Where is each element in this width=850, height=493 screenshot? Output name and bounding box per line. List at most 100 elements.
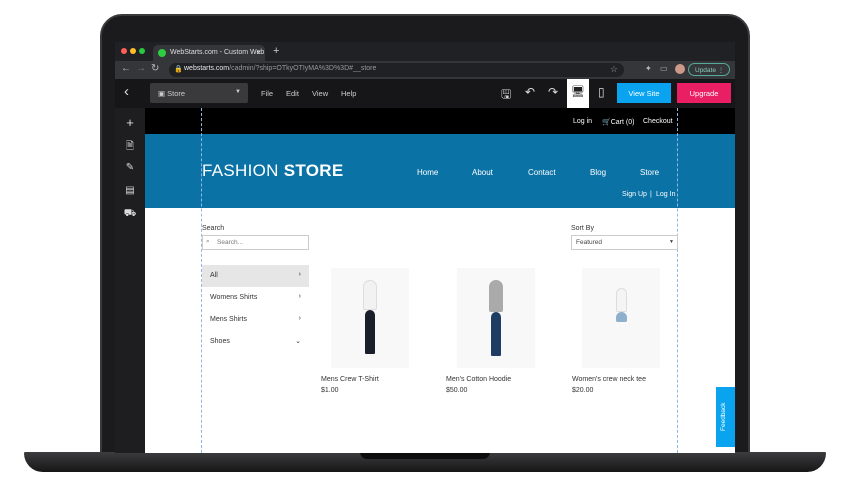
editor-sidebar: + 🗎 ✎ ▤ ⛟ [115, 108, 145, 453]
undo-icon[interactable]: ↶ [525, 85, 535, 99]
page-select[interactable]: ▣ Store ▼ [150, 83, 248, 103]
menu-help[interactable]: Help [341, 89, 356, 98]
tab-title: WebStarts.com - Custom Web [170, 49, 265, 56]
hoodie-figure [489, 280, 503, 312]
profile-avatar[interactable] [675, 64, 685, 74]
browser-tab[interactable]: WebStarts.com - Custom Web × [153, 45, 265, 61]
view-site-button[interactable]: View Site [617, 83, 671, 103]
chevron-right-icon: › [298, 315, 301, 322]
site-canvas: Log in 🛒Cart (0) Checkout FASHION STORE … [145, 108, 735, 453]
category-label: Shoes [210, 338, 230, 345]
favicon-icon [158, 49, 166, 57]
category-label: Womens Shirts [210, 294, 258, 301]
back-chevron-icon[interactable]: ‹ [124, 83, 129, 100]
store-top-nav: Log in 🛒Cart (0) Checkout [145, 108, 735, 134]
close-window-icon[interactable] [121, 48, 127, 54]
logo-bold: STORE [283, 161, 344, 180]
product-name[interactable]: Men's Cotton Hoodie [446, 376, 511, 383]
desktop-view-icon[interactable]: 🖥 [567, 79, 589, 108]
update-label: Update [695, 67, 716, 74]
search-placeholder: Search... [217, 239, 244, 246]
category-womens-shirts[interactable]: Womens Shirts › [202, 287, 309, 309]
mobile-view-icon[interactable]: ▯ [598, 85, 605, 99]
feedback-tab[interactable]: Feedback [716, 387, 735, 447]
screen: WebStarts.com - Custom Web × + ← → ↻ 🔒 w… [115, 42, 735, 453]
add-icon[interactable]: + [115, 115, 145, 130]
nav-contact[interactable]: Contact [528, 168, 556, 177]
menu-file[interactable]: File [261, 89, 273, 98]
browser-tab-bar: WebStarts.com - Custom Web × + [115, 42, 735, 61]
tee-figure [616, 288, 627, 312]
cart-icon: 🛒 [602, 119, 611, 126]
search-label: Search [202, 225, 225, 232]
cast-icon[interactable]: ▭ [660, 64, 668, 73]
checkout-link[interactable]: Checkout [643, 118, 673, 125]
address-bar-row: ← → ↻ 🔒 webstarts.com/cadmin/?ship=OTkyO… [115, 61, 735, 79]
product-image[interactable] [457, 268, 535, 368]
nav-about[interactable]: About [472, 168, 493, 177]
save-icon[interactable]: 🖫 [501, 85, 511, 106]
shirt-figure [363, 280, 377, 310]
shorts-figure [616, 312, 627, 322]
page-select-value: Store [167, 89, 186, 98]
product-name[interactable]: Women's crew neck tee [572, 376, 646, 383]
product-image[interactable] [582, 268, 660, 368]
site-header: FASHION STORE Home About Contact Blog St… [145, 134, 735, 208]
category-mens-shirts[interactable]: Mens Shirts › [202, 309, 309, 331]
pages-icon[interactable]: 🗎 [115, 139, 145, 156]
category-label: Mens Shirts [210, 316, 247, 323]
maximize-window-icon[interactable] [139, 48, 145, 54]
close-tab-icon[interactable]: × [256, 48, 261, 57]
reload-icon[interactable]: ↻ [151, 63, 159, 74]
editor-toolbar: ‹ ▣ Store ▼ File Edit View Help 🖫 ↶ ↷ 🖥 … [115, 79, 735, 108]
laptop-notch [360, 452, 490, 459]
upgrade-button[interactable]: Upgrade [677, 83, 731, 103]
login-link[interactable]: Log In [656, 191, 675, 198]
sort-select[interactable]: Featured ▼ [571, 235, 678, 250]
jeans-figure [491, 312, 501, 356]
menu-view[interactable]: View [312, 89, 328, 98]
product-image[interactable] [331, 268, 409, 368]
back-icon[interactable]: ← [121, 63, 131, 74]
brush-icon[interactable]: ✎ [115, 162, 145, 173]
layout-guide-right [677, 108, 678, 453]
url-domain: webstarts.com [184, 65, 230, 72]
chevron-down-icon: ⌄ [295, 338, 301, 345]
cart-link[interactable]: 🛒Cart (0) [602, 118, 634, 126]
extension-icon[interactable]: ✦ [645, 64, 652, 73]
update-button[interactable]: Update ⋮ [688, 63, 730, 76]
sort-value: Featured [576, 239, 603, 246]
search-input[interactable]: ⌕ Search... [202, 235, 309, 250]
product-price: $20.00 [572, 387, 594, 394]
product-name[interactable]: Mens Crew T-Shirt [321, 376, 379, 383]
forward-icon[interactable]: → [136, 63, 146, 74]
product-price: $1.00 [321, 387, 339, 394]
signup-link[interactable]: Sign Up [622, 191, 647, 198]
category-all[interactable]: All › [202, 265, 309, 287]
menu-edit[interactable]: Edit [286, 89, 299, 98]
bookmark-star-icon[interactable]: ☆ [610, 64, 618, 75]
store-basket-icon[interactable]: ⛟ [115, 208, 145, 221]
minimize-window-icon[interactable] [130, 48, 136, 54]
blog-icon[interactable]: ▤ [115, 185, 145, 196]
chevron-right-icon: › [298, 293, 301, 300]
chevron-down-icon: ▼ [669, 239, 674, 245]
redo-icon[interactable]: ↷ [548, 85, 558, 99]
separator: | [650, 191, 652, 198]
pants-figure [365, 310, 375, 354]
new-tab-icon[interactable]: + [273, 45, 279, 57]
chevron-right-icon: › [298, 271, 301, 278]
nav-blog[interactable]: Blog [590, 168, 606, 177]
lock-icon: 🔒 [174, 66, 183, 73]
store-icon: ▣ [158, 89, 168, 98]
cart-label: Cart (0) [610, 119, 635, 126]
category-shoes[interactable]: Shoes ⌄ [202, 331, 309, 353]
nav-home[interactable]: Home [417, 168, 438, 177]
url-input[interactable]: 🔒 webstarts.com/cadmin/?ship=OTkyOTIyMA%… [169, 63, 624, 77]
site-logo[interactable]: FASHION STORE [202, 161, 344, 181]
nav-store[interactable]: Store [640, 168, 659, 177]
top-login-link[interactable]: Log in [573, 118, 592, 125]
search-icon: ⌕ [206, 238, 210, 245]
logo-light: FASHION [202, 161, 284, 180]
chevron-down-icon: ▼ [235, 89, 241, 95]
